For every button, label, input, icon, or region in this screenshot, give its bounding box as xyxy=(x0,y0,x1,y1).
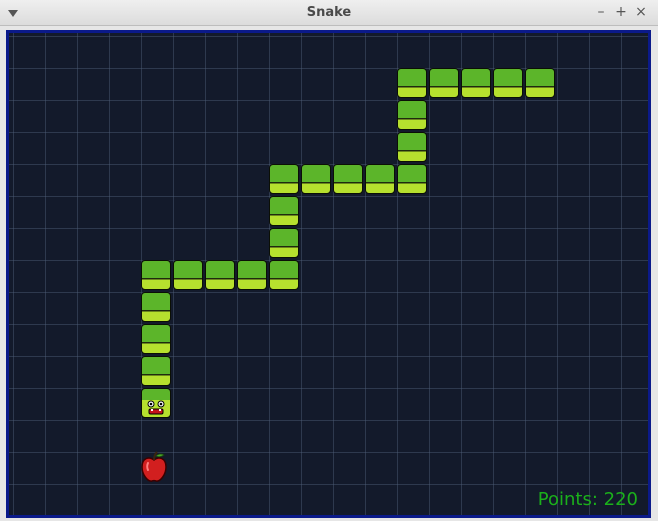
snake-segment xyxy=(397,164,427,194)
snake-segment xyxy=(365,164,395,194)
snake-segment xyxy=(397,68,427,98)
game-board[interactable]: Points: 220 xyxy=(6,30,651,518)
snake-segment xyxy=(269,196,299,226)
points-display: Points: 220 xyxy=(537,489,638,510)
snake-segment xyxy=(269,260,299,290)
grid xyxy=(9,33,648,515)
snake-segment xyxy=(397,100,427,130)
snake-segment xyxy=(493,68,523,98)
title-bar: Snake – + × xyxy=(0,0,658,26)
snake-segment xyxy=(205,260,235,290)
snake-segment xyxy=(141,324,171,354)
snake-segment xyxy=(173,260,203,290)
maximize-button[interactable]: + xyxy=(613,4,629,20)
snake-segment xyxy=(141,292,171,322)
apple-icon xyxy=(141,451,167,482)
window-title: Snake xyxy=(306,5,352,20)
snake-segment xyxy=(269,164,299,194)
snake-segment xyxy=(237,260,267,290)
snake-segment xyxy=(141,260,171,290)
snake-segment xyxy=(269,228,299,258)
snake-segment xyxy=(429,68,459,98)
snake-segment xyxy=(397,132,427,162)
snake-segment xyxy=(461,68,491,98)
snake-face-icon xyxy=(147,400,165,415)
snake-segment xyxy=(525,68,555,98)
snake-head xyxy=(141,388,171,418)
snake-segment xyxy=(301,164,331,194)
minimize-button[interactable]: – xyxy=(593,4,609,20)
snake-segment xyxy=(141,356,171,386)
close-button[interactable]: × xyxy=(633,4,649,20)
snake-segment xyxy=(333,164,363,194)
